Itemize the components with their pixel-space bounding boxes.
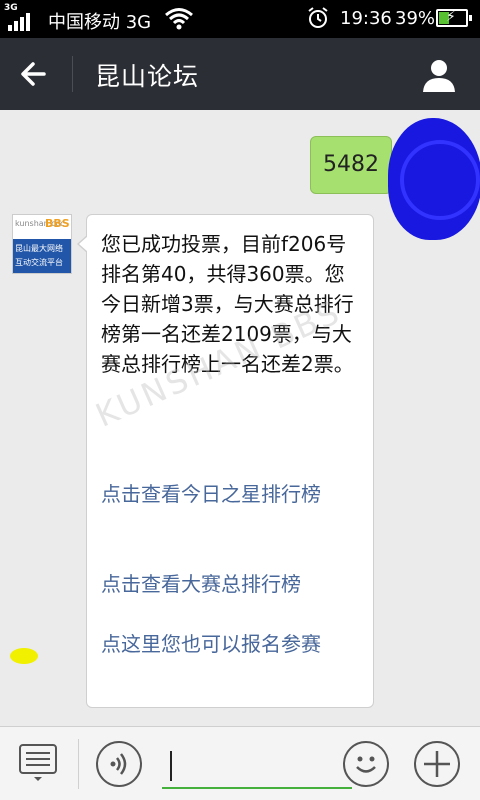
emoji-icon[interactable] bbox=[343, 741, 389, 787]
voice-icon[interactable] bbox=[96, 741, 142, 787]
status-bar: 3G 中国移动 3G 19:36 39% ⚡ bbox=[0, 0, 480, 38]
plus-icon[interactable] bbox=[414, 741, 460, 787]
link-overall-ranking[interactable]: 点击查看大赛总排行榜 bbox=[101, 569, 357, 599]
menu-list-icon[interactable] bbox=[18, 743, 58, 783]
input-bar-divider bbox=[78, 739, 79, 789]
sender-avatar[interactable]: kunshan.ccc BBS 昆山最大网络 互动交流平台 bbox=[12, 214, 72, 274]
header-divider bbox=[72, 56, 73, 92]
back-arrow-icon[interactable] bbox=[16, 54, 56, 94]
person-icon[interactable] bbox=[420, 56, 458, 94]
carrier-label: 中国移动 3G bbox=[48, 12, 152, 33]
chat-header: 昆山论坛 bbox=[0, 38, 480, 110]
avatar-slogan-line2: 互动交流平台 bbox=[15, 258, 63, 267]
alarm-icon bbox=[306, 6, 330, 35]
incoming-message-bubble[interactable]: 您已成功投票，目前f206号排名第40，共得360票。您今日新增3票，与大赛总排… bbox=[77, 214, 374, 708]
text-cursor bbox=[170, 751, 172, 781]
battery-percent: 39% bbox=[395, 8, 436, 29]
input-bar bbox=[0, 726, 480, 800]
avatar-slogan-line1: 昆山最大网络 bbox=[15, 244, 63, 253]
link-sign-up[interactable]: 点这里您也可以报名参赛 bbox=[101, 629, 357, 659]
outgoing-message-bubble[interactable]: 5482 bbox=[310, 136, 400, 194]
yellow-mark bbox=[10, 648, 38, 664]
battery-icon: ⚡ bbox=[436, 9, 472, 27]
link-daily-star-ranking[interactable]: 点击查看今日之星排行榜 bbox=[101, 479, 357, 509]
charging-icon: ⚡ bbox=[446, 9, 456, 25]
outgoing-message-text: 5482 bbox=[323, 152, 379, 177]
message-input[interactable] bbox=[162, 743, 352, 789]
clock-time: 19:36 bbox=[340, 8, 392, 29]
signal-icon bbox=[8, 10, 32, 31]
avatar-bbs-text: BBS bbox=[45, 217, 70, 230]
wifi-icon bbox=[164, 6, 194, 35]
page-title: 昆山论坛 bbox=[95, 62, 200, 91]
redacted-avatar-outline bbox=[400, 140, 480, 220]
